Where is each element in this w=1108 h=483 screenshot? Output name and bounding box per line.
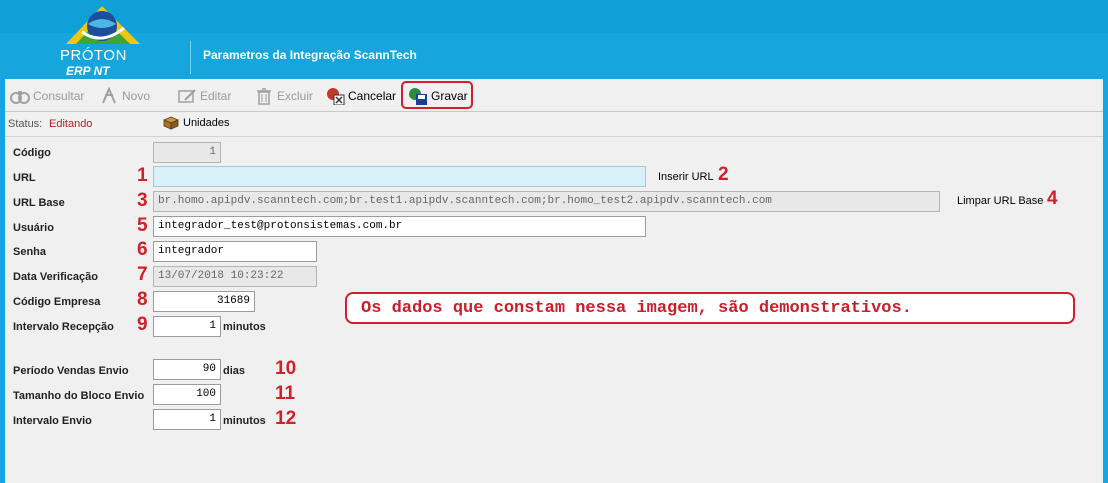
novo-label: Novo: [122, 89, 151, 103]
intervalo-recepcao-unit: minutos: [223, 321, 266, 333]
status-bar: Status: Editando Unidades: [5, 113, 1103, 137]
cancelar-button[interactable]: Cancelar: [325, 85, 396, 107]
usuario-field[interactable]: integrador_test@protonsistemas.com.br: [153, 216, 646, 237]
marker-6: 6: [137, 239, 148, 260]
marker-3: 3: [137, 190, 148, 211]
integration-form: Código 1 URL 1 Inserir URL 2 URL Base 3 …: [5, 138, 1103, 483]
url-label: URL: [13, 172, 36, 184]
status-value: Editando: [49, 118, 93, 130]
gravar-highlight: [401, 81, 473, 109]
marker-8: 8: [137, 289, 148, 310]
tamanho-bloco-field[interactable]: 100: [153, 384, 221, 405]
data-verificacao-label: Data Verificação: [13, 271, 98, 283]
trash-icon: [257, 88, 271, 105]
marker-2: 2: [718, 164, 729, 185]
consultar-button[interactable]: Consultar: [10, 85, 84, 107]
edit-icon: [178, 89, 196, 103]
periodo-vendas-field[interactable]: 90: [153, 359, 221, 380]
codigo-field: 1: [153, 142, 221, 163]
page-title: Parametros da Integração ScannTech: [203, 48, 417, 62]
binoculars-icon: [10, 91, 30, 104]
senha-field[interactable]: integrador: [153, 241, 317, 262]
data-verificacao-field: 13/07/2018 10:23:22: [153, 266, 317, 287]
url-field[interactable]: [153, 166, 646, 187]
new-document-icon: [102, 87, 116, 104]
marker-9: 9: [137, 314, 148, 335]
codigo-empresa-label: Código Empresa: [13, 296, 101, 308]
demo-data-notice: Os dados que constam nessa imagem, são d…: [345, 292, 1075, 324]
limpar-url-base-button[interactable]: Limpar URL Base: [957, 195, 1043, 207]
app-header: PRÓTON ERP NT Parametros da Integração S…: [0, 0, 1108, 79]
marker-11: 11: [275, 383, 296, 404]
marker-4: 4: [1047, 188, 1058, 209]
editar-label: Editar: [200, 89, 232, 103]
senha-label: Senha: [13, 246, 47, 258]
tamanho-bloco-label: Tamanho do Bloco Envio: [13, 390, 145, 402]
right-rail: [1103, 79, 1108, 483]
excluir-label: Excluir: [277, 89, 314, 103]
app-window: PRÓTON ERP NT Parametros da Integração S…: [0, 0, 1108, 483]
intervalo-envio-unit: minutos: [223, 415, 266, 427]
header-divider: [190, 41, 191, 74]
box-icon: [163, 116, 179, 130]
excluir-button[interactable]: Excluir: [254, 85, 313, 107]
editar-button[interactable]: Editar: [177, 85, 231, 107]
intervalo-envio-field[interactable]: 1: [153, 409, 221, 430]
marker-5: 5: [137, 215, 148, 236]
codigo-label: Código: [13, 147, 51, 159]
marker-12: 12: [275, 408, 297, 429]
novo-button[interactable]: Novo: [99, 85, 150, 107]
status-label: Status:: [8, 118, 43, 130]
marker-1: 1: [137, 165, 148, 186]
unidades-button[interactable]: Unidades: [163, 116, 229, 130]
periodo-vendas-unit: dias: [223, 365, 246, 377]
url-base-label: URL Base: [13, 197, 65, 209]
logo-text-erp: ERP NT: [66, 64, 110, 78]
toolbar: Consultar Novo Editar Excluir Cancelar G…: [5, 79, 1103, 112]
intervalo-envio-label: Intervalo Envio: [13, 415, 92, 427]
codigo-empresa-field[interactable]: 31689: [153, 291, 255, 312]
usuario-label: Usuário: [13, 222, 54, 234]
marker-7: 7: [137, 264, 148, 285]
header-band: [0, 0, 1108, 33]
inserir-url-button[interactable]: Inserir URL: [658, 171, 714, 183]
unidades-label: Unidades: [183, 117, 230, 129]
periodo-vendas-label: Período Vendas Envio: [13, 365, 129, 377]
intervalo-recepcao-label: Intervalo Recepção: [13, 321, 114, 333]
cancel-icon: [327, 88, 345, 105]
url-base-field: br.homo.apipdv.scanntech.com;br.test1.ap…: [153, 191, 940, 212]
intervalo-recepcao-field[interactable]: 1: [153, 316, 221, 337]
consultar-label: Consultar: [33, 89, 85, 103]
cancelar-label: Cancelar: [348, 89, 397, 103]
marker-10: 10: [275, 358, 297, 379]
logo-text-proton: PRÓTON: [60, 47, 127, 64]
